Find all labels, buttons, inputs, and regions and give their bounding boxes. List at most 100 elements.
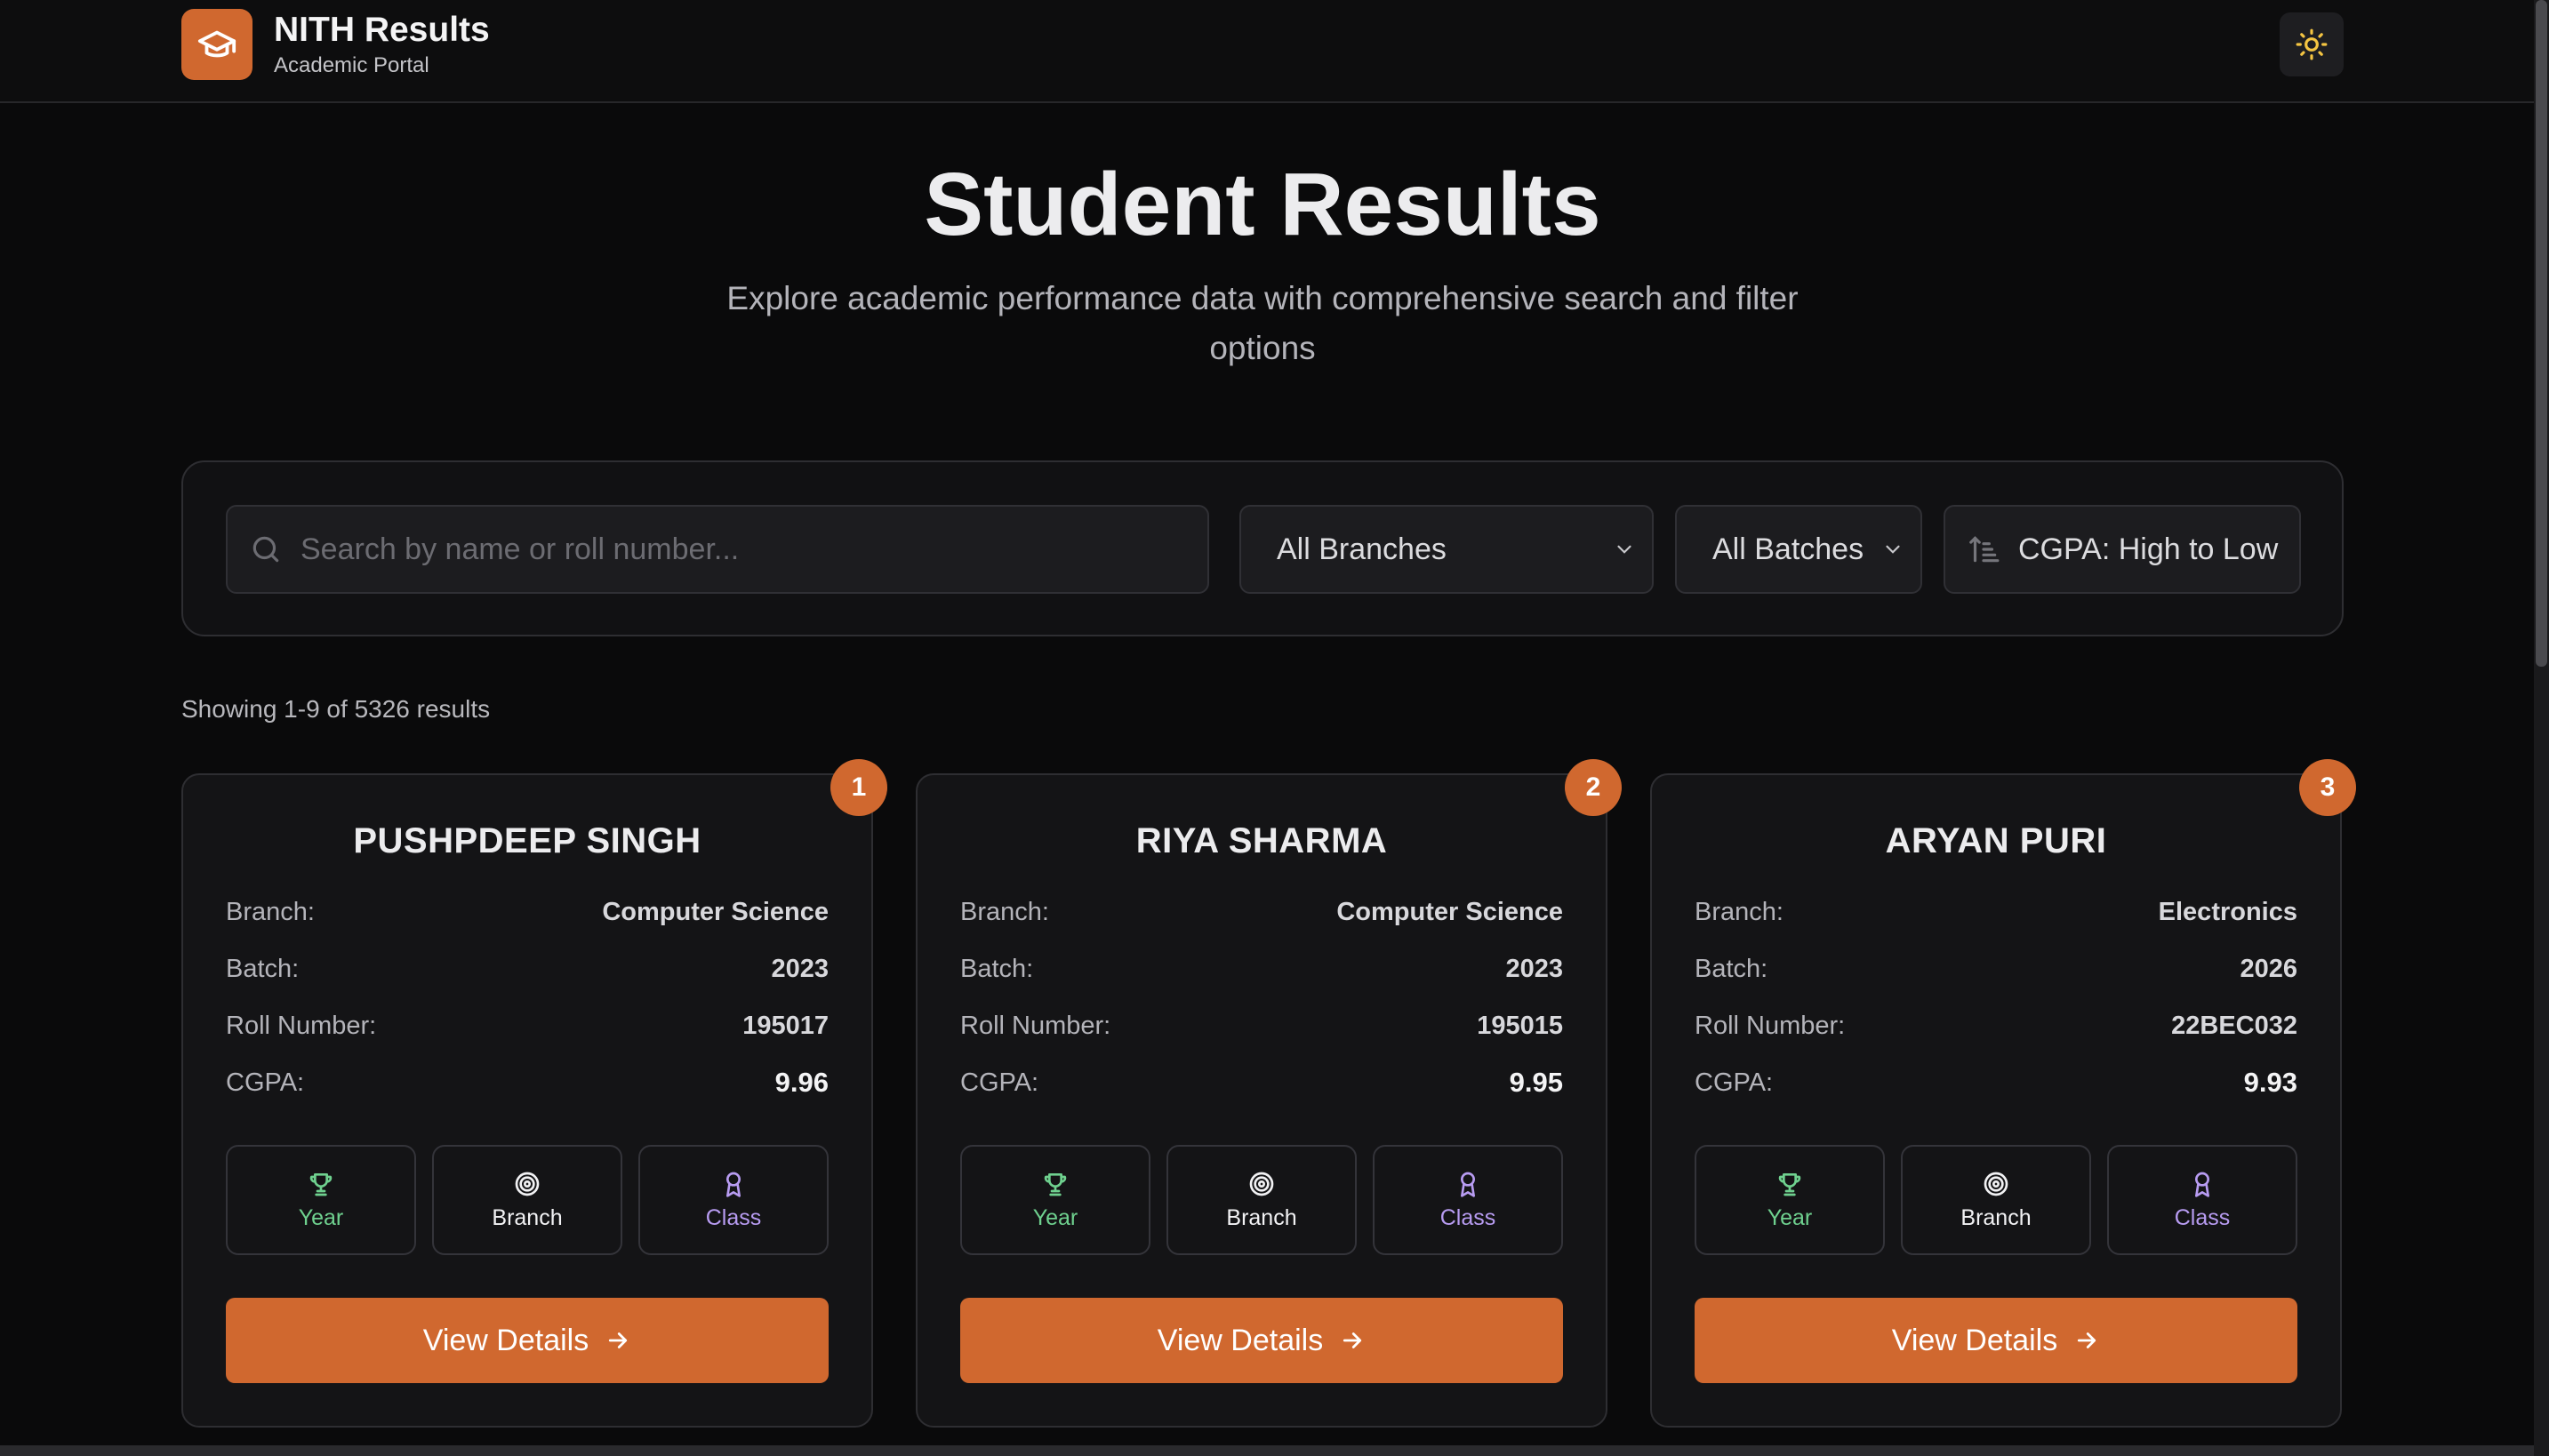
batch-row: Batch: 2026 xyxy=(1695,953,2297,985)
year-badge-label: Year xyxy=(298,1204,344,1230)
student-name: RIYA SHARMA xyxy=(1135,821,1388,860)
student-card: 1 PUSHPDEEP SINGH Branch: Computer Scienc… xyxy=(181,759,887,1428)
search-input[interactable] xyxy=(301,532,1154,567)
batch-label: Batch: xyxy=(1695,955,1768,983)
class-rank-badge[interactable]: Class xyxy=(1373,1145,1563,1255)
year-rank-badge[interactable]: Year xyxy=(1695,1145,1885,1255)
arrow-right-icon xyxy=(609,1332,628,1348)
branch-select[interactable]: All Branches xyxy=(1239,505,1654,594)
theme-toggle-button[interactable] xyxy=(2280,12,2344,76)
view-details-button[interactable]: View Details xyxy=(960,1298,1563,1383)
student-card: 2 RIYA SHARMA Branch: Computer Science Ba… xyxy=(916,759,1622,1428)
student-name: PUSHPDEEP SINGH xyxy=(353,821,701,860)
sort-label: CGPA: High to Low xyxy=(2018,532,2279,566)
view-details-label: View Details xyxy=(1157,1323,1324,1357)
app-subtitle: Academic Portal xyxy=(274,53,429,77)
scrollbar-thumb[interactable] xyxy=(2536,0,2547,667)
rank-badge: 2 xyxy=(1565,759,1622,816)
batch-label: Batch: xyxy=(960,955,1034,983)
view-details-button[interactable]: View Details xyxy=(226,1298,829,1383)
top-header: NITH Results Academic Portal xyxy=(0,0,2534,103)
award-icon xyxy=(1461,1172,1475,1197)
award-icon xyxy=(2195,1172,2209,1197)
view-details-label: View Details xyxy=(1891,1323,2058,1357)
branch-badge-label: Branch xyxy=(492,1204,563,1230)
class-badge-label: Class xyxy=(1439,1204,1496,1230)
batch-select-value: All Batches xyxy=(1712,532,1864,566)
search-icon xyxy=(252,536,279,563)
cgpa-label: CGPA: xyxy=(226,1068,305,1097)
branch-rank-badge[interactable]: Branch xyxy=(1166,1145,1357,1255)
class-rank-badge[interactable]: Class xyxy=(638,1145,829,1255)
roll-value: 195015 xyxy=(1477,1012,1563,1040)
app-title: NITH Results xyxy=(274,11,490,49)
sun-icon xyxy=(2296,28,2328,60)
arrow-right-icon xyxy=(1343,1332,1362,1348)
cgpa-row: CGPA: 9.93 xyxy=(1695,1067,2297,1099)
sort-button[interactable]: CGPA: High to Low xyxy=(1944,505,2301,594)
branch-value: Electronics xyxy=(2158,898,2297,926)
target-icon xyxy=(515,1172,540,1196)
branch-row: Branch: Computer Science xyxy=(226,896,829,928)
rank-badge: 1 xyxy=(830,759,887,816)
roll-row: Roll Number: 195015 xyxy=(960,1010,1563,1042)
page-subtitle: Explore academic performance data with c… xyxy=(726,280,1799,366)
branch-select-value: All Branches xyxy=(1277,532,1447,566)
year-rank-badge[interactable]: Year xyxy=(960,1145,1150,1255)
roll-label: Roll Number: xyxy=(226,1012,377,1040)
branch-row: Branch: Electronics xyxy=(1695,896,2297,928)
year-rank-badge[interactable]: Year xyxy=(226,1145,416,1255)
branch-label: Branch: xyxy=(226,898,315,926)
cgpa-value: 9.96 xyxy=(774,1067,829,1098)
roll-value: 195017 xyxy=(742,1012,829,1040)
student-name: ARYAN PURI xyxy=(1885,821,2107,860)
view-details-button[interactable]: View Details xyxy=(1695,1298,2297,1383)
roll-label: Roll Number: xyxy=(960,1012,1111,1040)
cgpa-value: 9.95 xyxy=(1509,1067,1563,1098)
cgpa-row: CGPA: 9.96 xyxy=(226,1067,829,1099)
class-badge-label: Class xyxy=(705,1204,762,1230)
batch-value: 2023 xyxy=(771,955,829,983)
batch-row: Batch: 2023 xyxy=(226,953,829,985)
branch-label: Branch: xyxy=(1695,898,1783,926)
year-badge-label: Year xyxy=(1032,1204,1078,1230)
brand[interactable]: NITH Results Academic Portal xyxy=(181,9,490,80)
roll-row: Roll Number: 22BEC032 xyxy=(1695,1010,2297,1042)
year-badge-label: Year xyxy=(1767,1204,1813,1230)
batch-label: Batch: xyxy=(226,955,300,983)
results-count: Showing 1-9 of 5326 results xyxy=(181,695,491,723)
trophy-icon xyxy=(1044,1172,1067,1196)
target-icon xyxy=(1984,1172,2008,1196)
view-details-label: View Details xyxy=(422,1323,589,1357)
cgpa-value: 9.93 xyxy=(2243,1067,2297,1098)
batch-select[interactable]: All Batches xyxy=(1675,505,1922,594)
student-card: 3 ARYAN PURI Branch: Electronics Batch: 20… xyxy=(1650,759,2356,1428)
graduation-cap-icon xyxy=(181,9,252,80)
vertical-scrollbar[interactable] xyxy=(2534,0,2549,1456)
trophy-icon xyxy=(1778,1172,1801,1196)
branch-badge-label: Branch xyxy=(1226,1204,1297,1230)
roll-value: 22BEC032 xyxy=(2171,1012,2297,1040)
award-icon xyxy=(726,1172,741,1197)
class-rank-badge[interactable]: Class xyxy=(2107,1145,2297,1255)
arrow-right-icon xyxy=(2078,1332,2096,1348)
branch-rank-badge[interactable]: Branch xyxy=(432,1145,622,1255)
branch-row: Branch: Computer Science xyxy=(960,896,1563,928)
rank-badge: 3 xyxy=(2299,759,2356,816)
class-badge-label: Class xyxy=(2174,1204,2231,1230)
batch-row: Batch: 2023 xyxy=(960,953,1563,985)
page-title: Student Results xyxy=(924,155,1601,254)
branch-badge-label: Branch xyxy=(1960,1204,2032,1230)
branch-value: Computer Science xyxy=(602,898,829,926)
sort-ascending-icon xyxy=(1969,536,2000,563)
chevron-down-icon xyxy=(1617,545,1631,554)
cgpa-label: CGPA: xyxy=(1695,1068,1774,1097)
horizontal-scrollbar[interactable] xyxy=(0,1445,2534,1456)
target-icon xyxy=(1249,1172,1274,1196)
trophy-icon xyxy=(309,1172,333,1196)
page: NITH Results Academic Portal Student Res… xyxy=(0,0,2549,1456)
chevron-down-icon xyxy=(1886,545,1900,554)
search-box[interactable] xyxy=(226,505,1209,594)
batch-value: 2026 xyxy=(2240,955,2297,983)
branch-rank-badge[interactable]: Branch xyxy=(1901,1145,2091,1255)
